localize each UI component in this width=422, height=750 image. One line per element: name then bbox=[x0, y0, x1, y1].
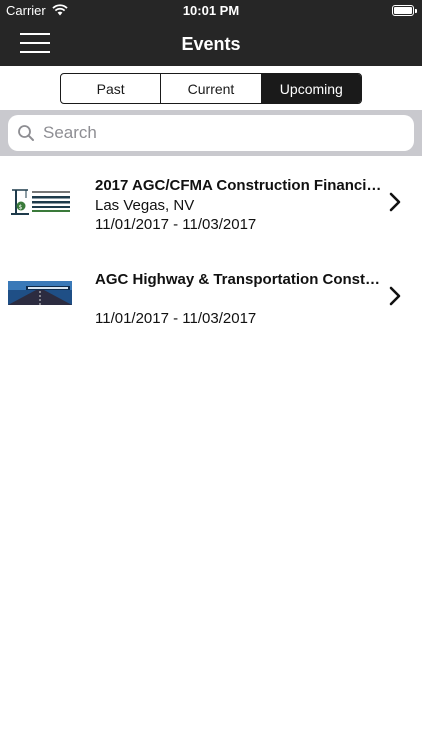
segment-past[interactable]: Past bbox=[61, 74, 160, 103]
search-icon bbox=[18, 125, 34, 141]
event-title: AGC Highway & Transportation Constructio… bbox=[95, 271, 385, 288]
event-details: AGC Highway & Transportation Constructio… bbox=[95, 270, 385, 328]
event-dates: 11/01/2017 - 11/03/2017 bbox=[95, 310, 257, 327]
event-list: $ 2017 AGC/CFMA Construction Financial M… bbox=[0, 156, 422, 344]
event-dates: 11/01/2017 - 11/03/2017 bbox=[95, 216, 257, 233]
event-title: 2017 AGC/CFMA Construction Financial Man… bbox=[95, 177, 385, 194]
segment-current[interactable]: Current bbox=[160, 74, 260, 103]
chevron-right-icon bbox=[389, 286, 401, 306]
event-row[interactable]: AGC Highway & Transportation Constructio… bbox=[0, 250, 422, 344]
event-row[interactable]: $ 2017 AGC/CFMA Construction Financial M… bbox=[0, 156, 422, 250]
navigation-bar: Events bbox=[0, 22, 422, 66]
chevron-right-icon bbox=[389, 192, 401, 212]
search-input[interactable] bbox=[41, 122, 414, 144]
event-details: 2017 AGC/CFMA Construction Financial Man… bbox=[95, 176, 385, 234]
event-location bbox=[95, 290, 385, 309]
search-box[interactable] bbox=[8, 115, 414, 151]
page-title: Events bbox=[181, 34, 241, 54]
segment-upcoming[interactable]: Upcoming bbox=[260, 74, 361, 103]
clock-time: 10:01 PM bbox=[182, 3, 240, 18]
event-location: Las Vegas, NV bbox=[95, 197, 195, 214]
battery-icon bbox=[392, 5, 417, 16]
search-bar bbox=[0, 110, 422, 156]
event-logo-cfma: $ bbox=[8, 188, 72, 216]
segment-area: Past Current Upcoming bbox=[0, 66, 422, 110]
status-bar: Carrier 10:01 PM bbox=[0, 0, 422, 22]
event-period-segmented-control: Past Current Upcoming bbox=[60, 73, 362, 104]
svg-text:$: $ bbox=[19, 204, 23, 211]
event-logo-infrastructure bbox=[8, 281, 72, 305]
